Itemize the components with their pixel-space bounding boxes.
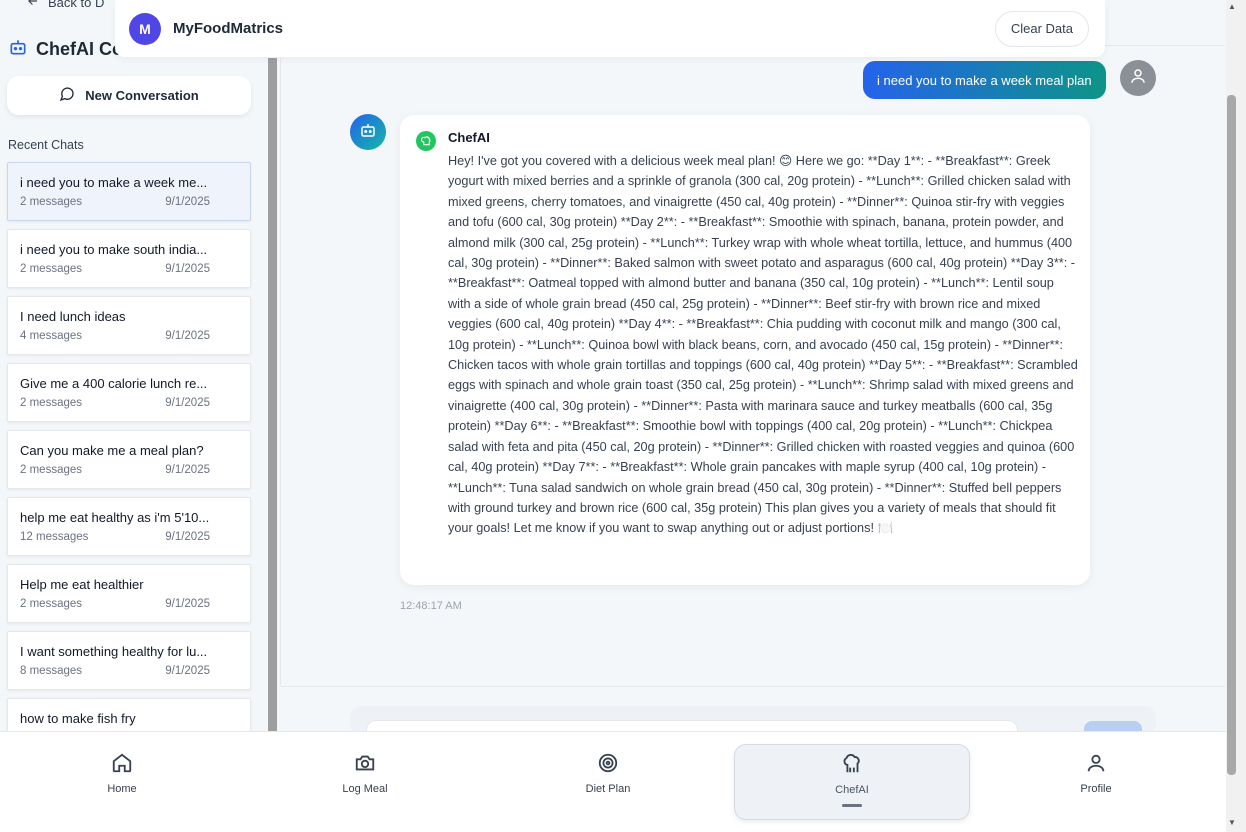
chat-item-title: i need you to make a week me... (20, 175, 208, 190)
chat-item-count: 2 messages (20, 196, 83, 208)
chat-item-count: 2 messages (20, 263, 83, 275)
user-avatar (1120, 60, 1156, 96)
chat-item-title: Give me a 400 calorie lunch re... (20, 376, 208, 391)
chat-item-title: how to make fish fry (20, 711, 136, 726)
new-conversation-button[interactable]: New Conversation (7, 76, 251, 115)
sidebar-scrollbar[interactable] (268, 58, 277, 732)
chat-item-count: 8 messages (20, 665, 83, 677)
chat-item-count: 4 messages (20, 330, 83, 342)
divider (281, 686, 1225, 687)
chat-list: i need you to make a week me... 2 messag… (7, 162, 251, 765)
chat-item-date: 9/1/2025 (165, 665, 210, 677)
chat-item-date: 9/1/2025 (165, 263, 210, 275)
chat-item-date: 9/1/2025 (165, 397, 210, 409)
robot-icon (359, 121, 377, 144)
nav-item-chefai[interactable]: ChefAI (734, 744, 970, 820)
chat-item-count: 2 messages (20, 397, 83, 409)
chat-item-count: 12 messages (20, 531, 89, 543)
chef-badge-icon (416, 131, 436, 151)
chat-item[interactable]: Help me eat healthier 2 messages 9/1/2025 (7, 564, 251, 623)
chat-item-count: 2 messages (20, 598, 83, 610)
chat-item-title: I want something healthy for lu... (20, 644, 208, 659)
new-conversation-label: New Conversation (85, 88, 199, 103)
top-header: M MyFoodMatrics Clear Data (115, 0, 1105, 57)
back-link[interactable]: Back to D (26, 0, 104, 11)
user-icon (1129, 67, 1147, 90)
nav-label: Log Meal (342, 783, 388, 795)
nav-item-diet-plan[interactable]: Diet Plan (548, 752, 668, 795)
scroll-down-icon[interactable]: ▼ (1228, 818, 1236, 827)
message-circle-icon (59, 86, 75, 105)
nav-label: Diet Plan (585, 783, 631, 795)
sidebar-title: ChefAI Co (8, 37, 123, 62)
chat-item[interactable]: Give me a 400 calorie lunch re... 2 mess… (7, 363, 251, 422)
user-icon (1085, 752, 1107, 777)
bottom-nav: Home Log Meal Diet Plan ChefAI Profile (0, 731, 1226, 832)
message-timestamp: 12:48:17 AM (400, 600, 462, 612)
chef-icon (841, 753, 863, 778)
chat-item[interactable]: I want something healthy for lu... 8 mes… (7, 631, 251, 690)
arrow-left-icon (26, 0, 40, 11)
back-link-label: Back to D (48, 0, 105, 10)
robot-icon (8, 37, 28, 62)
nav-item-log-meal[interactable]: Log Meal (305, 752, 425, 795)
divider (1105, 45, 1225, 46)
app-title: MyFoodMatrics (173, 20, 284, 37)
chat-item[interactable]: I need lunch ideas 4 messages 9/1/2025 (7, 296, 251, 355)
chat-item-title: help me eat healthy as i'm 5'10... (20, 510, 210, 525)
bot-name: ChefAI (448, 130, 490, 145)
chat-item-date: 9/1/2025 (165, 330, 210, 342)
recent-chats-label: Recent Chats (8, 138, 84, 152)
chat-item-count: 2 messages (20, 464, 83, 476)
clear-data-button[interactable]: Clear Data (994, 10, 1089, 47)
nav-label: ChefAI (835, 784, 869, 796)
chat-item-title: Help me eat healthier (20, 577, 144, 592)
app-avatar: M (129, 12, 161, 45)
target-icon (597, 752, 619, 777)
bot-message-text: Hey! I've got you covered with a delicio… (448, 154, 1078, 536)
camera-icon (354, 752, 376, 777)
page-scrollbar[interactable]: ▲ ▼ (1226, 0, 1246, 832)
active-indicator (842, 804, 862, 807)
chat-item[interactable]: i need you to make a week me... 2 messag… (7, 162, 251, 221)
nav-item-home[interactable]: Home (62, 752, 182, 795)
chat-item-title: i need you to make south india... (20, 242, 208, 257)
nav-item-profile[interactable]: Profile (1036, 752, 1156, 795)
chat-item-title: I need lunch ideas (20, 309, 126, 324)
scrollbar-thumb[interactable] (1227, 95, 1236, 775)
bot-message-card: ChefAI Hey! I've got you covered with a … (400, 115, 1090, 585)
chat-item-date: 9/1/2025 (165, 464, 210, 476)
scroll-up-icon[interactable]: ▲ (1228, 2, 1236, 11)
chat-item-date: 9/1/2025 (165, 531, 210, 543)
chat-item[interactable]: help me eat healthy as i'm 5'10... 12 me… (7, 497, 251, 556)
chat-item[interactable]: Can you make me a meal plan? 2 messages 9… (7, 430, 251, 489)
sidebar-title-text: ChefAI Co (36, 39, 123, 59)
home-icon (111, 752, 133, 777)
chat-item[interactable]: i need you to make south india... 2 mess… (7, 229, 251, 288)
nav-label: Home (107, 783, 137, 795)
chat-item-date: 9/1/2025 (165, 196, 210, 208)
chat-item-date: 9/1/2025 (165, 598, 210, 610)
chat-item-title: Can you make me a meal plan? (20, 443, 204, 458)
user-message-bubble: i need you to make a week meal plan (863, 61, 1106, 99)
bot-avatar (350, 114, 386, 150)
nav-label: Profile (1080, 783, 1112, 795)
